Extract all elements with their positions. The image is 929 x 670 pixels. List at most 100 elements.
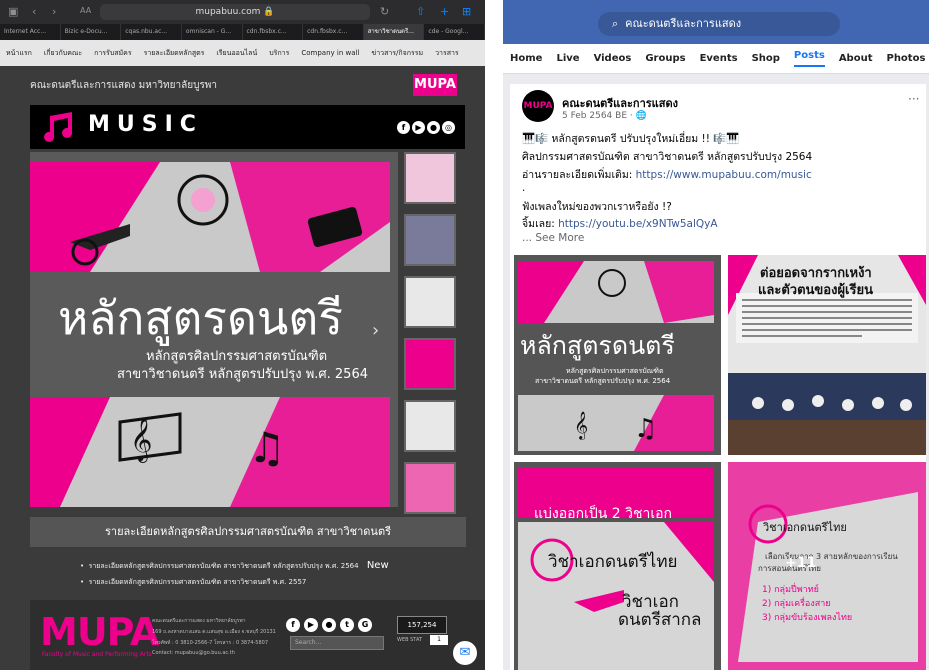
photo-4-item: 1) กลุ่มปี่พาทย์ (762, 585, 819, 595)
search-icon: ⌕ (612, 17, 619, 30)
footer-address-line: คณะดนตรีและการแสดง มหาวิทยาลัยบูรพา (152, 618, 246, 624)
nav-news[interactable]: ข่าวสาร/กิจกรรม (365, 48, 429, 59)
photo-2-title-2: และตัวตนของผู้เรียน (758, 283, 873, 298)
music-heading: MUSIC (88, 112, 203, 137)
nav-curriculum[interactable]: รายละเอียดหลักสูตร (138, 48, 211, 59)
photo-4-item: 2) กลุ่มเครื่องสาย (762, 599, 831, 609)
page-avatar[interactable]: MUPA (522, 90, 554, 122)
footer-facebook-icon[interactable]: f (286, 618, 300, 632)
new-tab-icon[interactable]: + (440, 5, 449, 18)
see-more-link[interactable]: ... See More (522, 232, 584, 244)
nav-journal[interactable]: วารสาร (429, 48, 465, 59)
post-date[interactable]: 5 Feb 2564 BE · 🌐 (562, 111, 647, 121)
tab-home[interactable]: Home (510, 53, 542, 64)
nav-services[interactable]: บริการ (263, 48, 295, 59)
footer-contact-email: Contact: mupabuu@go.buu.ac.th (152, 650, 235, 656)
photo-1-subtitle-2: สาขาวิชาดนตรี หลักสูตรปรับปรุง พ.ศ. 2564 (535, 377, 671, 385)
tab-about[interactable]: About (839, 53, 873, 64)
browser-tab[interactable]: сqas.nbu.ac... (121, 24, 182, 40)
footer-line-icon[interactable]: ● (322, 618, 336, 632)
curriculum-link-text: รายละเอียดหลักสูตรศิลปกรรมศาสตรบัณฑิต สา… (88, 562, 359, 570)
footer-address-line: 169 ถ.ลงหาดบางแสน ต.แสนสุข อ.เมือง จ.ชลบ… (152, 629, 276, 635)
tab-posts[interactable]: Posts (793, 50, 825, 67)
banner-thumbnail[interactable] (404, 338, 456, 390)
footer-search-input[interactable]: Search... (290, 636, 384, 650)
tab-groups[interactable]: Groups (645, 53, 685, 64)
browser-tab[interactable]: cde - Googl... (424, 24, 485, 40)
svg-text:𝄞: 𝄞 (574, 411, 588, 440)
web-stat-label: WEB STAT (397, 637, 423, 643)
instagram-icon[interactable]: ◎ (442, 121, 455, 134)
footer-twitter-icon[interactable]: t (340, 618, 354, 632)
lock-icon: 🔒 (263, 7, 275, 17)
curriculum-link-text: รายละเอียดหลักสูตรศิลปกรรมศาสตรบัณฑิต สา… (88, 578, 307, 586)
youtube-icon[interactable]: ▶ (412, 121, 425, 134)
post-more-options-icon[interactable]: ··· (908, 92, 919, 106)
share-icon[interactable]: ⇧ (416, 5, 425, 18)
messenger-icon[interactable]: ✉ (453, 641, 477, 665)
banner-thumbnail[interactable] (404, 400, 456, 452)
tabs-overview-icon[interactable]: ⊞ (462, 5, 471, 18)
browser-tab-active[interactable]: สาขาวิชาดนตรี... (363, 24, 425, 40)
facebook-icon[interactable]: f (397, 121, 410, 134)
banner-thumbnail[interactable] (404, 462, 456, 514)
post-link-label: จิ้มเลย: (522, 218, 559, 230)
music-note-icon (44, 112, 73, 142)
photo-3-major-2b: ดนตรีสากล (618, 610, 702, 630)
footer-google-plus-icon[interactable]: G (358, 618, 372, 632)
nav-online-learning[interactable]: เรียนออนไลน์ (210, 48, 263, 59)
line-icon[interactable]: ● (427, 121, 440, 134)
site-header-title: คณะดนตรีและการแสดง มหาวิทยาลัยบูรพา (30, 80, 218, 91)
photo-3-major-1: วิชาเอกดนตรีไทย (548, 552, 678, 572)
more-photos-count[interactable]: +11 (785, 555, 816, 571)
post-link-youtube[interactable]: https://youtu.be/x9NTw5alQyA (558, 218, 717, 230)
reader-aa-button[interactable]: AA (80, 6, 91, 15)
post-link-mupabuu[interactable]: https://www.mupabuu.com/music (636, 169, 812, 181)
banner-thumbnail[interactable] (404, 152, 456, 204)
nav-admission[interactable]: การรับสมัคร (88, 48, 137, 59)
browser-tab[interactable]: cdn.fbsbx.c... (303, 24, 364, 40)
svg-text:𝄞: 𝄞 (130, 417, 152, 463)
banner-thumbnail[interactable] (404, 276, 456, 328)
banner-thumbnail[interactable] (404, 214, 456, 266)
curriculum-detail-heading: รายละเอียดหลักสูตรศิลปกรรมศาสตรบัณฑิต สา… (30, 517, 466, 547)
nav-home[interactable]: หน้าแรก (0, 48, 38, 59)
photo-4-title: วิชาเอกดนตรีไทย (763, 521, 847, 534)
page-name[interactable]: คณะดนตรีและการแสดง (562, 94, 678, 112)
url-bar[interactable]: mupabuu.com 🔒 (100, 4, 370, 20)
reload-icon[interactable]: ↻ (380, 5, 389, 18)
svg-text:♫: ♫ (248, 423, 286, 472)
svg-text:♫: ♫ (634, 414, 657, 444)
post-line: ศิลปกรรมศาสตรบัณฑิต สาขาวิชาดนตรี หลักสู… (522, 151, 813, 163)
footer-youtube-icon[interactable]: ▶ (304, 618, 318, 632)
post-line-with-link: จิ้มเลย: https://youtu.be/x9NTw5alQyA (522, 215, 718, 232)
fb-search-input[interactable]: ⌕ คณะดนตรีและการแสดง (598, 12, 840, 36)
nav-company[interactable]: Company in wall (295, 49, 365, 57)
browser-tab[interactable]: cdn.fbsbx.c... (243, 24, 304, 40)
forward-icon[interactable]: › (52, 5, 56, 18)
footer-mupa-logo: MUPA (40, 610, 159, 654)
url-text: mupabuu.com (195, 7, 261, 17)
back-icon[interactable]: ‹ (32, 5, 36, 18)
browser-tab[interactable]: omniscan - G... (182, 24, 243, 40)
sidebar-icon[interactable]: ▣ (8, 5, 18, 18)
curriculum-link-2564[interactable]: • รายละเอียดหลักสูตรศิลปกรรมศาสตรบัณฑิต … (80, 560, 389, 572)
tab-shop[interactable]: Shop (752, 53, 780, 64)
browser-tab-strip: Internet Acc... Bizic e-Docu... сqas.nbu… (0, 24, 485, 40)
mupa-logo[interactable]: MUPA (413, 74, 457, 96)
curriculum-link-2557[interactable]: • รายละเอียดหลักสูตรศิลปกรรมศาสตรบัณฑิต … (80, 577, 306, 588)
post-link-label: อ่านรายละเอียดเพิ่มเติม: (522, 169, 636, 181)
browser-tab[interactable]: Bizic e-Docu... (61, 24, 122, 40)
faculty-name-en: Faculty of Music and Performing Arts (42, 651, 152, 658)
tab-live[interactable]: Live (556, 53, 579, 64)
post-line: 🎹🎼 หลักสูตรดนตรี ปรับปรุงใหม่เอี่ยม !! 🎼… (522, 133, 740, 145)
safari-toolbar: ▣ ‹ › AA mupabuu.com 🔒 ↻ ⇧ + ⊞ (0, 0, 485, 24)
tab-photos[interactable]: Photos (886, 53, 925, 64)
banner-next-arrow-icon[interactable]: › (372, 320, 379, 341)
post-line-with-link: อ่านรายละเอียดเพิ่มเติม: https://www.mup… (522, 166, 812, 183)
counter-small: 1 (430, 635, 448, 645)
tab-videos[interactable]: Videos (594, 53, 632, 64)
browser-tab[interactable]: Internet Acc... (0, 24, 61, 40)
nav-about[interactable]: เกี่ยวกับคณะ (38, 48, 88, 59)
tab-events[interactable]: Events (700, 53, 738, 64)
